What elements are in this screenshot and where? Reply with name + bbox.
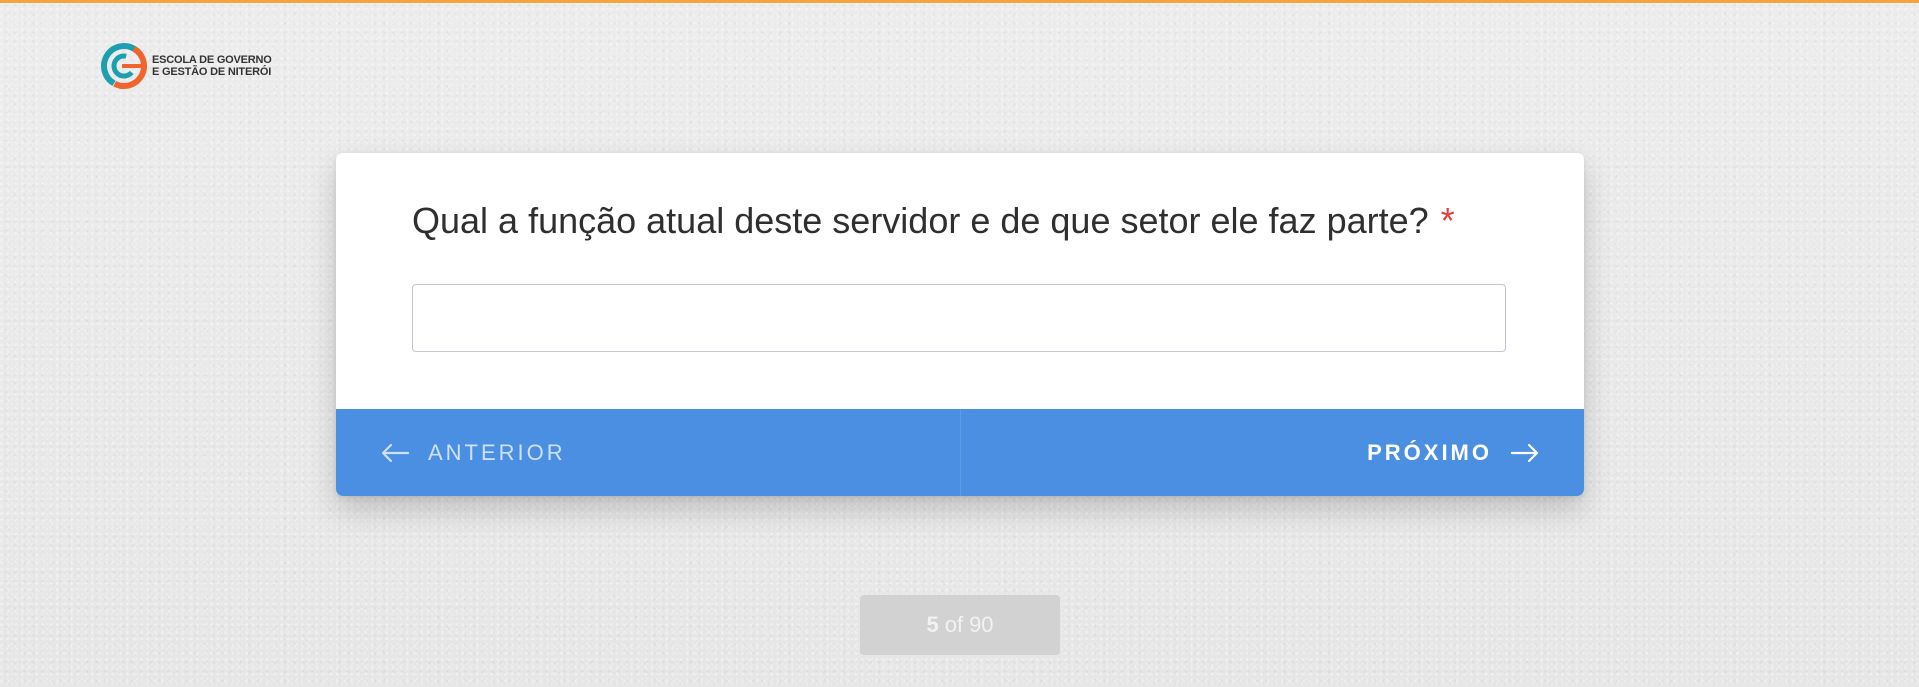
page-total: 90 bbox=[969, 612, 994, 637]
top-accent-bar bbox=[0, 0, 1919, 3]
previous-button-label: ANTERIOR bbox=[428, 439, 566, 465]
logo-text: ESCOLA DE GOVERNO E GESTÃO DE NITERÓI bbox=[152, 54, 272, 78]
arrow-right-icon bbox=[1510, 442, 1540, 464]
navigation-bar: ANTERIOR PRÓXIMO bbox=[336, 409, 1584, 496]
page-current: 5 bbox=[926, 612, 939, 637]
answer-input[interactable] bbox=[412, 284, 1506, 352]
next-button-label: PRÓXIMO bbox=[1367, 439, 1492, 465]
question-label: Qual a função atual deste servidor e de … bbox=[412, 200, 1429, 241]
egg-logo-icon bbox=[101, 43, 147, 89]
page-counter: 5 of 90 bbox=[860, 595, 1060, 655]
logo-line1: ESCOLA DE GOVERNO bbox=[152, 54, 272, 66]
logo: ESCOLA DE GOVERNO E GESTÃO DE NITERÓI bbox=[100, 42, 272, 90]
required-asterisk: * bbox=[1440, 200, 1455, 241]
logo-line2: E GESTÃO DE NITERÓI bbox=[152, 66, 272, 78]
question-text: Qual a função atual deste servidor e de … bbox=[412, 199, 1455, 243]
question-card: Qual a função atual deste servidor e de … bbox=[336, 153, 1584, 496]
next-button[interactable]: PRÓXIMO bbox=[961, 409, 1585, 496]
previous-button[interactable]: ANTERIOR bbox=[336, 409, 961, 496]
page-separator: of bbox=[944, 612, 964, 637]
arrow-left-icon bbox=[380, 442, 410, 464]
